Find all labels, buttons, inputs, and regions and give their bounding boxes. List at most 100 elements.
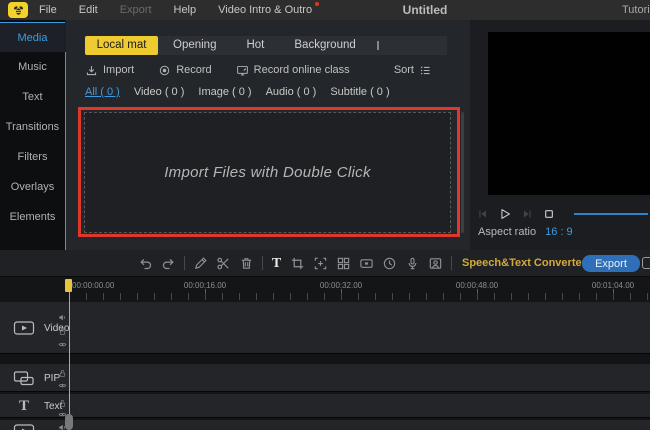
play-icon[interactable] [498,207,512,221]
media-scrollbar[interactable] [461,112,464,233]
record-online-class-label: Record online class [253,64,350,76]
speech-text-converter-button[interactable]: Speech&Text Converter [462,250,586,277]
record-button[interactable]: Record [158,64,212,77]
ruler-time-label: 00:00:48.00 [455,281,499,290]
import-button[interactable]: Import [85,64,134,77]
menu-export: Export [119,4,152,16]
tab-hot[interactable]: Hot [231,36,279,55]
split-scissors-icon[interactable] [216,256,231,271]
video-track-icon [13,320,35,336]
ruler-time-label: 00:00:00.00 [72,281,115,290]
sidebar-item-overlays[interactable]: Overlays [0,172,65,202]
ruler-time-label: 00:00:16.00 [183,281,227,290]
playhead-line [69,279,70,430]
monitor-pencil-icon [236,64,249,77]
bee-logo-icon [12,4,25,17]
media-filters-row: All ( 0 ) Video ( 0 ) Image ( 0 ) Audio … [85,86,390,100]
text-tool-icon[interactable]: T [271,256,282,271]
eye-icon[interactable] [58,340,67,349]
dropzone-hint-text: Import Files with Double Click [164,164,371,181]
media-tabstrip: Local mat Opening Hot Background [85,36,447,55]
media-actions-row: Import Record Record online class Sort [85,62,470,78]
sidebar: Media Music Text Transitions Filters Ove… [0,20,65,250]
eye-icon[interactable] [58,381,67,390]
partial-icon[interactable] [642,257,650,269]
pip-track-lane[interactable]: PIP [0,364,650,392]
menu-video-intro-outro-label: Video Intro & Outro [218,4,313,16]
playhead-handle[interactable] [65,279,72,292]
record-online-class-button[interactable]: Record online class [236,64,350,77]
delete-trash-icon[interactable] [239,256,254,271]
voiceover-mic-icon[interactable] [405,256,420,271]
crop-icon[interactable] [290,256,305,271]
duration-clock-icon[interactable] [382,256,397,271]
tutorial-link[interactable]: Tutorial [622,0,650,20]
pip-track-icon [13,370,35,386]
tab-background[interactable]: Background [279,36,370,55]
timeline-toolbar: T Speech&Text Converter Export [0,250,650,277]
sidebar-item-text[interactable]: Text [0,82,65,112]
aspect-ratio-value[interactable]: 16 : 9 [545,226,573,238]
menu-edit[interactable]: Edit [68,0,109,20]
redo-icon[interactable] [161,256,176,271]
filter-video[interactable]: Video ( 0 ) [134,86,185,100]
menu-bar: File Edit Export Help Video Intro & Outr… [0,0,650,20]
filter-image[interactable]: Image ( 0 ) [198,86,251,100]
sidebar-item-music[interactable]: Music [0,52,65,82]
zoom-frame-icon[interactable] [313,256,328,271]
filter-audio[interactable]: Audio ( 0 ) [266,86,317,100]
export-button[interactable]: Export [582,255,640,272]
next-frame-icon[interactable] [520,207,534,221]
text-track-header: T Text [13,398,62,415]
menu-file[interactable]: File [28,0,68,20]
tab-local-material[interactable]: Local mat [85,36,158,55]
video-preview [488,32,650,195]
filter-all[interactable]: All ( 0 ) [85,86,120,100]
lock-icon[interactable] [58,399,67,408]
menu-video-intro-outro[interactable]: Video Intro & Outro [207,0,323,20]
upper-section: Media Music Text Transitions Filters Ove… [0,20,650,250]
partial-track-lane[interactable] [0,420,650,430]
partial-track-header [13,423,35,430]
record-icon [158,64,171,77]
menu-help[interactable]: Help [163,0,208,20]
sort-list-icon [419,64,432,77]
app-logo[interactable] [8,2,28,18]
sidebar-item-filters[interactable]: Filters [0,142,65,172]
lock-icon[interactable] [58,369,67,378]
filter-subtitle[interactable]: Subtitle ( 0 ) [330,86,389,100]
timeline-scrollbar-thumb[interactable] [65,414,73,430]
video-track-lane[interactable]: Video [0,302,650,354]
timeline-ruler[interactable]: 00:00:00.00 00:00:16.00 00:00:32.00 00:0… [0,277,650,302]
tab-opening[interactable]: Opening [158,36,231,55]
toolbar-divider [451,256,452,270]
sidebar-item-elements[interactable]: Elements [0,202,65,232]
volume-icon[interactable] [58,313,67,322]
playback-controls [470,206,648,222]
preview-panel: Aspect ratio 16 : 9 [470,20,650,250]
notification-dot [315,2,320,6]
media-panel: Local mat Opening Hot Background Import … [66,20,470,250]
project-title: Untitled [402,3,448,17]
video-editor-window: File Edit Export Help Video Intro & Outr… [0,0,650,430]
ruler-time-label: 00:01:04.00 [591,281,635,290]
previous-frame-icon[interactable] [476,207,490,221]
import-label: Import [103,64,135,76]
sidebar-item-transitions[interactable]: Transitions [0,112,65,142]
stop-icon[interactable] [542,207,556,221]
screen-record-icon[interactable] [359,256,374,271]
mosaic-icon[interactable] [336,256,351,271]
edit-pencil-icon[interactable] [193,256,208,271]
import-dropzone[interactable]: Import Files with Double Click [84,112,451,233]
sort-button[interactable]: Sort [394,62,432,78]
text-track-lane[interactable]: T Text [0,394,650,418]
pip-track-header: PIP [13,370,60,386]
aspect-ratio-row: Aspect ratio 16 : 9 [478,226,573,238]
portrait-background-icon[interactable] [428,256,443,271]
import-icon [85,64,98,77]
undo-icon[interactable] [138,256,153,271]
lock-icon[interactable] [58,327,67,336]
aspect-ratio-label: Aspect ratio [478,226,537,238]
seek-slider[interactable] [574,213,648,215]
sidebar-item-media[interactable]: Media [0,22,65,52]
